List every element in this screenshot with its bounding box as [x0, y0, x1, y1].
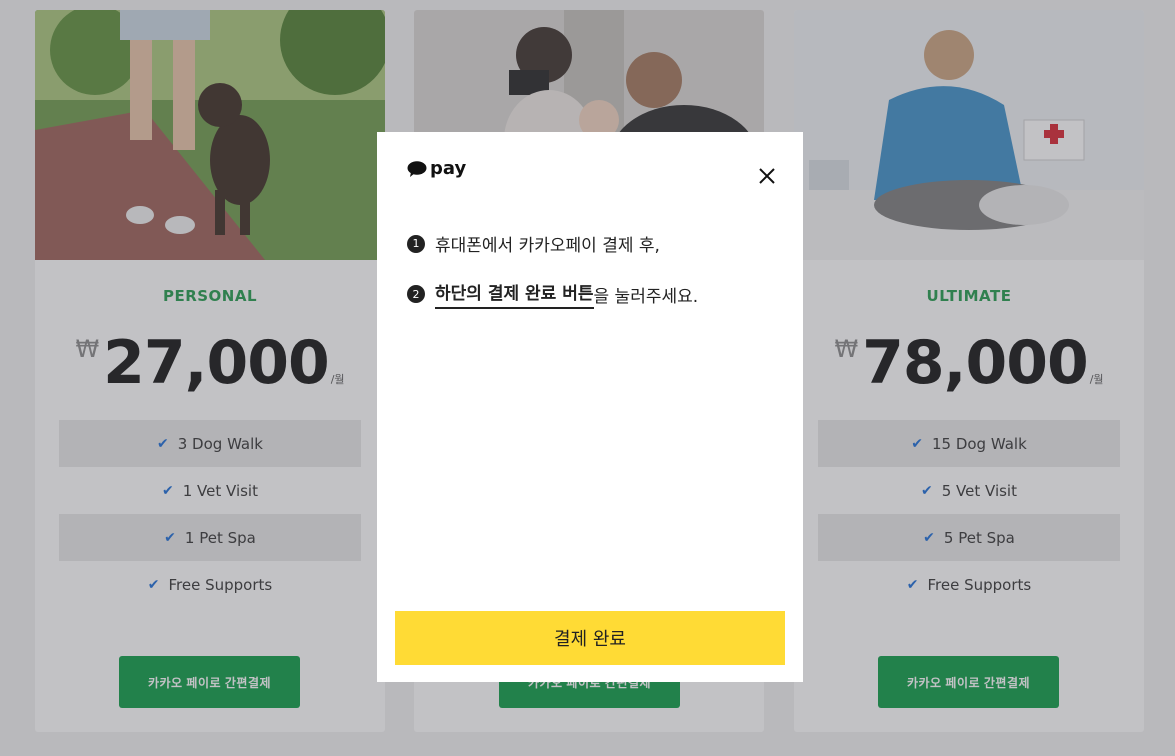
step-text: 을 눌러주세요. [593, 286, 699, 307]
kakaopay-modal: pay 1 휴대폰에서 카카오페이 결제 후, 2 하단의 결제 완료 버튼 을 … [377, 132, 803, 682]
close-icon[interactable] [757, 166, 777, 186]
step-number: 1 [407, 234, 425, 253]
logo-text: pay [430, 158, 467, 179]
kakaopay-logo: pay [407, 158, 466, 179]
instruction-step-2: 2 하단의 결제 완료 버튼 을 눌러주세요. [407, 279, 698, 309]
payment-complete-button[interactable]: 결제 완료 [395, 611, 785, 665]
step-number: 2 [407, 285, 425, 303]
step-text-strong: 하단의 결제 완료 버튼 [435, 279, 594, 309]
speech-bubble-icon [407, 160, 427, 177]
instruction-step-1: 1 휴대폰에서 카카오페이 결제 후, [407, 231, 660, 256]
step-text: 휴대폰에서 카카오페이 결제 후, [435, 236, 660, 256]
